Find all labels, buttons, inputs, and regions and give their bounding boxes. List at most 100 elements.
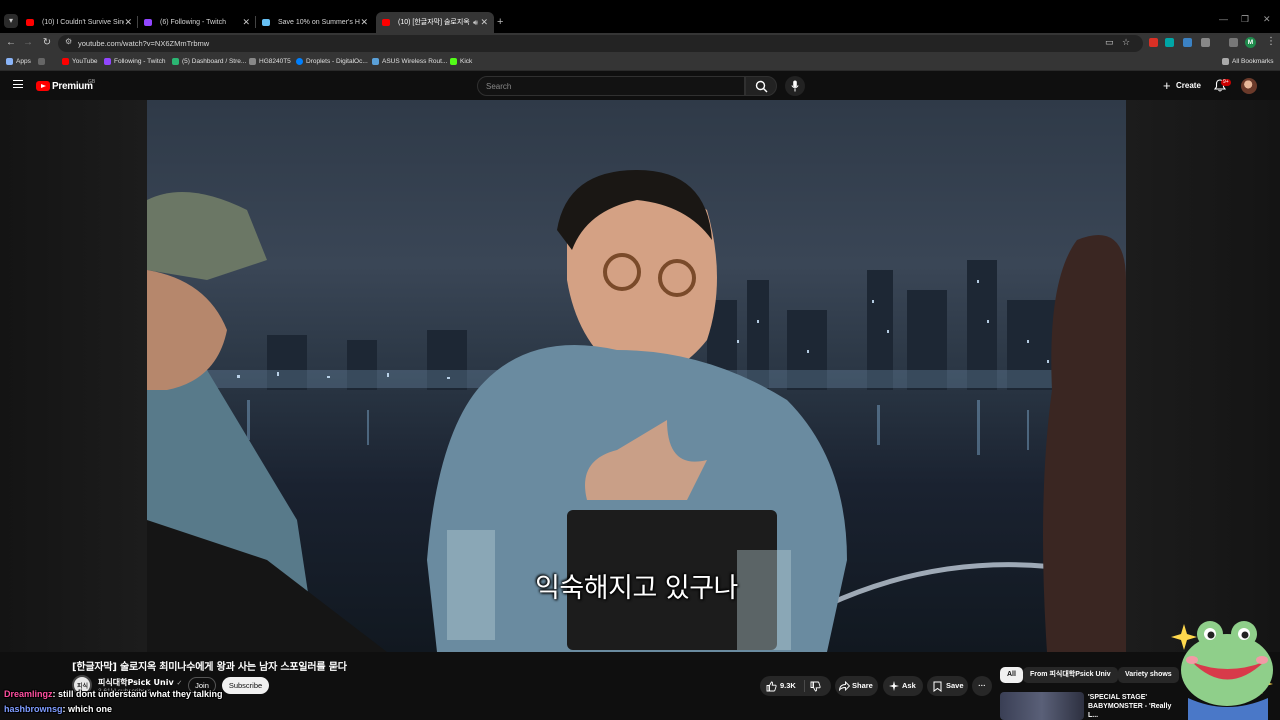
guide-menu-icon[interactable]: [13, 80, 23, 88]
twitch-favicon-icon: [144, 19, 152, 26]
video-frame[interactable]: 익숙해지고 있구나: [147, 100, 1126, 652]
extension-icon[interactable]: [1149, 38, 1158, 47]
save-button[interactable]: Save: [927, 676, 968, 696]
search-icon: [755, 80, 768, 93]
more-actions-icon: ···: [978, 681, 986, 690]
restore-icon[interactable]: ❐: [1241, 14, 1249, 25]
youtube-favicon-icon: [382, 19, 390, 26]
tab-search-button[interactable]: ▾: [4, 14, 18, 28]
audio-playing-icon[interactable]: 🔊︎: [473, 12, 478, 33]
like-divider: [804, 680, 805, 692]
like-count[interactable]: 9.3K: [780, 676, 796, 696]
back-arrow-icon[interactable]: ←: [4, 36, 18, 50]
tab-youtube-singapore[interactable]: (10) I Couldn't Survive Singapore ✕: [20, 12, 138, 33]
chat-text: still dont understand what they talking: [58, 689, 223, 699]
youtube-masthead: Premium GB Search + Create 9+: [0, 72, 1280, 100]
tab-title: (6) Following - Twitch: [160, 19, 227, 26]
chat-message: Dreamlingz: still dont understand what t…: [4, 689, 223, 699]
chat-username: Dreamlingz: [4, 689, 53, 699]
extension-icon[interactable]: [1183, 38, 1192, 47]
close-tab-icon[interactable]: ✕: [480, 12, 488, 33]
youtube-premium-logo[interactable]: Premium: [52, 81, 93, 92]
youtube-logo-icon[interactable]: [36, 81, 50, 91]
chat-message: hashbrownsg: which one: [4, 704, 112, 714]
cast-icon[interactable]: ▭: [1105, 37, 1114, 48]
verified-badge-icon: ✓: [176, 679, 183, 687]
chip-all[interactable]: All: [1000, 667, 1023, 683]
bookmarks-bar: Apps YouTube Following - Twitch (5) Dash…: [0, 54, 1280, 71]
recommended-video-thumbnail[interactable]: [1000, 692, 1084, 720]
browser-toolbar: ← → ↻ ⚙ youtube.com/watch?v=NX6ZMmTrbmw …: [0, 33, 1280, 54]
youtube-favicon-icon: [26, 19, 34, 26]
chip-from-channel[interactable]: From 피식대학Psick Univ: [1023, 667, 1118, 683]
address-bar[interactable]: ⚙ youtube.com/watch?v=NX6ZMmTrbmw ▭ ☆: [58, 35, 1143, 52]
browser-tab-strip: ▾ (10) I Couldn't Survive Singapore ✕ (6…: [0, 0, 1280, 33]
search-input[interactable]: Search: [477, 76, 745, 96]
share-label: Share: [852, 681, 873, 690]
bookmark-youtube[interactable]: YouTube: [62, 58, 98, 65]
tab-youtube-active[interactable]: (10) [한글자막] 술로지옥 최 🔊︎ ✕: [376, 12, 494, 33]
tab-title: (10) I Couldn't Survive Singapore: [42, 19, 124, 26]
search-button[interactable]: [745, 76, 777, 96]
reload-icon[interactable]: ↻: [40, 36, 54, 50]
bookmark-star-icon[interactable]: ☆: [1122, 37, 1130, 48]
account-avatar[interactable]: [1241, 78, 1257, 94]
chat-username: hashbrownsg: [4, 704, 63, 714]
minimize-icon[interactable]: —: [1219, 14, 1228, 24]
bookmark-kick[interactable]: Kick: [450, 58, 472, 65]
bookmark-router[interactable]: HG8240T5: [249, 58, 291, 65]
site-info-icon[interactable]: ⚙: [65, 37, 72, 46]
extension-icon[interactable]: [1165, 38, 1174, 47]
channel-name[interactable]: 피식대학Psick Univ ✓: [98, 677, 182, 688]
channel-name-text: 피식대학Psick Univ: [98, 678, 174, 687]
share-button[interactable]: Share: [835, 676, 878, 696]
close-tab-icon[interactable]: ✕: [360, 12, 368, 33]
search-placeholder: Search: [486, 82, 512, 91]
close-window-icon[interactable]: ✕: [1263, 14, 1271, 25]
close-tab-icon[interactable]: ✕: [242, 12, 250, 33]
tab-title: (10) [한글자막] 술로지옥 최: [398, 19, 470, 26]
tab-twitch-following[interactable]: (6) Following - Twitch ✕: [138, 12, 256, 33]
sparkle-icon: [889, 681, 899, 691]
new-tab-button[interactable]: +: [497, 12, 503, 33]
subscribe-button[interactable]: Subscribe: [222, 677, 269, 694]
bookmark-twitch[interactable]: Following - Twitch: [104, 58, 166, 65]
bookmark-digitalocean[interactable]: Droplets - DigitalOc...: [296, 58, 368, 65]
frog-emote-sticker: [1171, 621, 1273, 720]
like-dislike-group: 9.3K: [760, 676, 831, 696]
voice-search-button[interactable]: [785, 76, 805, 96]
microphone-icon: [791, 80, 799, 92]
region-code: GB: [88, 79, 96, 85]
browser-menu-icon[interactable]: ⋮: [1266, 36, 1276, 47]
create-button[interactable]: + Create: [1158, 76, 1206, 96]
bookmark-save-icon: [933, 681, 942, 692]
url-text: youtube.com/watch?v=NX6ZMmTrbmw: [78, 39, 210, 48]
profile-avatar[interactable]: M: [1245, 37, 1256, 48]
notification-count-badge: 9+: [1221, 79, 1231, 86]
extensions-puzzle-icon[interactable]: [1201, 38, 1210, 47]
plus-icon: +: [1163, 78, 1171, 93]
tab-groups-icon[interactable]: [1229, 38, 1238, 47]
bookmark-dashboard[interactable]: (5) Dashboard / Stre...: [172, 58, 246, 65]
thumbs-up-icon[interactable]: [766, 681, 777, 692]
recommended-video-title[interactable]: 'SPECIAL STAGE' BABYMONSTER - 'Really L.…: [1088, 693, 1178, 720]
tab-title: Save 10% on Summer's Hearth: [278, 19, 360, 26]
chat-text: which one: [68, 704, 113, 714]
forward-arrow-icon[interactable]: →: [21, 36, 35, 50]
bookmark-asus[interactable]: ASUS Wireless Rout...: [372, 58, 447, 65]
thumbs-down-icon[interactable]: [810, 681, 821, 692]
all-bookmarks-folder[interactable]: All Bookmarks: [1222, 58, 1274, 65]
close-tab-icon[interactable]: ✕: [124, 12, 132, 33]
tab-steam-sale[interactable]: Save 10% on Summer's Hearth ✕: [256, 12, 374, 33]
share-arrow-icon: [839, 681, 850, 691]
bookmark-apps[interactable]: Apps: [6, 58, 31, 65]
ask-button[interactable]: Ask: [883, 676, 923, 696]
video-title: [한글자막] 술로지옥 최미나수에게 왕과 사는 남자 스포일러를 묻다: [72, 662, 347, 673]
create-label: Create: [1176, 81, 1201, 90]
save-label: Save: [946, 681, 964, 690]
steam-favicon-icon: [262, 19, 270, 26]
video-player[interactable]: 익숙해지고 있구나: [0, 100, 1280, 652]
ask-label: Ask: [902, 681, 916, 690]
more-actions-button[interactable]: ···: [972, 676, 992, 696]
video-subtitle: 익숙해지고 있구나: [535, 573, 738, 604]
